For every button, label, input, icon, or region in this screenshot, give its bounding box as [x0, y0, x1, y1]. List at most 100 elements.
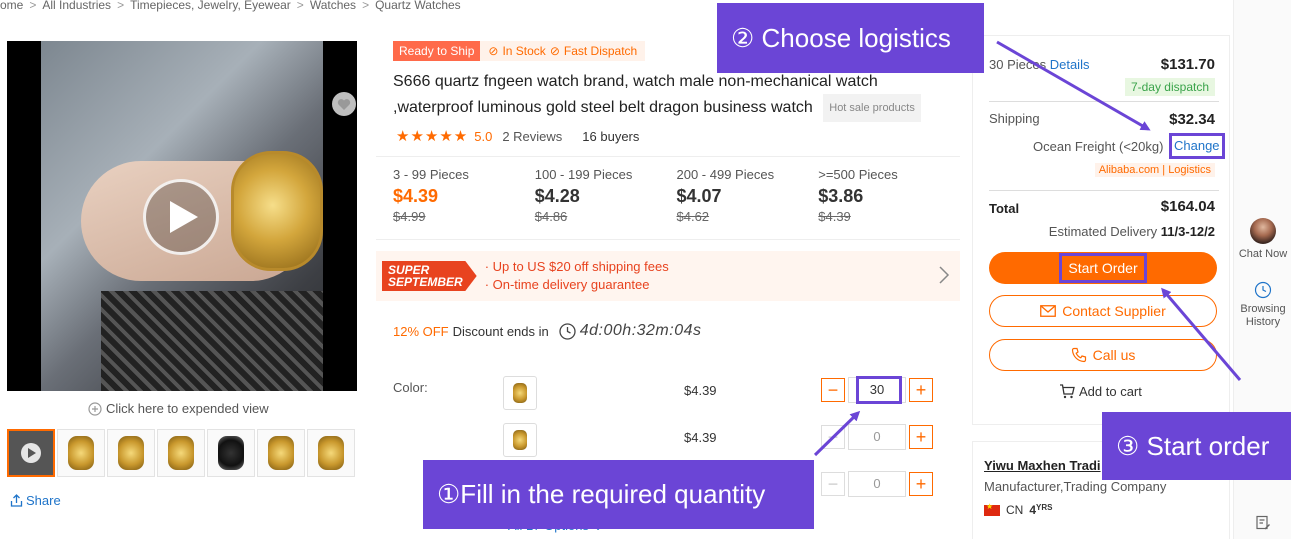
feedback-icon — [1256, 515, 1270, 530]
pieces-count: 30 Pieces — [989, 57, 1047, 72]
annotation-step2: ② Choose logistics — [717, 3, 984, 73]
expand-view-link[interactable]: Click here to expended view — [88, 401, 269, 416]
price-tier: 200 - 499 Pieces $4.07 $4.62 — [677, 157, 819, 239]
years-unit: YRS — [1036, 503, 1053, 512]
breadcrumb: ome > All Industries > Timepieces, Jewelry… — [0, 0, 467, 12]
cart-icon — [1060, 384, 1075, 399]
thumbnail-image[interactable] — [57, 429, 105, 477]
watch-image — [68, 436, 94, 470]
browsing-history-button[interactable]: Browsing History — [1234, 281, 1291, 329]
price-tier: >=500 Pieces $3.86 $4.39 — [818, 157, 960, 239]
annotation-step1: ①Fill in the required quantity — [423, 460, 814, 529]
breadcrumb-item[interactable]: All Industries — [42, 0, 111, 12]
supplier-years: 4YRS — [1029, 503, 1052, 517]
stock-badge: ⊘ In Stock ⊘ Fast Dispatch — [480, 41, 646, 61]
china-flag-icon — [984, 502, 1000, 516]
thumbnail-image[interactable] — [307, 429, 355, 477]
feedback-button[interactable] — [1234, 515, 1291, 535]
hot-sale-tag: Hot sale products — [823, 94, 921, 122]
increase-button[interactable]: + — [909, 472, 933, 496]
buyers-count: 16 buyers — [582, 128, 640, 144]
breadcrumb-item[interactable]: Quartz Watches — [375, 0, 461, 12]
call-us-button[interactable]: Call us — [989, 339, 1217, 371]
order-summary: 30 Pieces Details $131.70 7-day dispatch… — [972, 35, 1230, 425]
expand-view-label: Click here to expended view — [106, 401, 269, 416]
estimated-delivery-dates: 11/3-12/2 — [1160, 224, 1215, 239]
chat-now-button[interactable]: Chat Now — [1234, 218, 1291, 261]
play-icon — [21, 443, 41, 463]
change-logistics-link[interactable]: Change — [1169, 133, 1225, 159]
tier-old-price: $4.86 — [534, 209, 568, 224]
breadcrumb-item[interactable]: Watches — [310, 0, 356, 12]
breadcrumb-item[interactable]: ome — [0, 0, 23, 12]
thumbnail-image[interactable] — [157, 429, 205, 477]
chevron-right-icon: > — [296, 0, 304, 12]
clock-icon — [559, 322, 576, 340]
variant-price: $4.39 — [684, 430, 717, 445]
chevron-right-icon: > — [117, 0, 125, 12]
quantity-stepper: − 0 + — [821, 424, 933, 450]
quantity-input[interactable]: 0 — [848, 471, 906, 497]
tier-price: $4.07 — [676, 186, 722, 206]
watch-image — [218, 436, 244, 470]
decrease-button[interactable]: − — [821, 425, 845, 449]
contact-supplier-button[interactable]: Contact Supplier — [989, 295, 1217, 327]
discount-row: 12% OFF Discount ends in 4d:00h:32m:04s — [393, 322, 702, 340]
supplier-meta: CN 4YRS — [984, 502, 1052, 517]
supplier-name-link[interactable]: Yiwu Maxhen Tradi — [984, 458, 1101, 473]
thumbnail-image[interactable] — [257, 429, 305, 477]
watch-image — [318, 436, 344, 470]
variant-thumbnail[interactable] — [503, 376, 537, 410]
share-link[interactable]: Share — [10, 493, 61, 508]
check-circle-icon: ⊘ — [549, 44, 560, 58]
breadcrumb-item[interactable]: Timepieces, Jewelry, Eyewear — [130, 0, 291, 12]
super-september-logo: SUPER SEPTEMBER — [382, 261, 477, 291]
start-order-button[interactable]: Start Order — [989, 252, 1217, 284]
product-badges: Ready to Ship ⊘ In Stock ⊘ Fast Dispatch — [393, 41, 646, 61]
decrease-button[interactable]: − — [821, 378, 845, 402]
quantity-input[interactable]: 0 — [848, 424, 906, 450]
chevron-right-icon[interactable] — [938, 265, 950, 285]
thumbnail-image[interactable] — [107, 429, 155, 477]
annotation-step3: ③ Start order — [1102, 412, 1291, 480]
variant-row: $4.39 − 0 + — [503, 423, 933, 457]
watch-image — [168, 436, 194, 470]
promo-banner[interactable]: SUPER SEPTEMBER · Up to US $20 off shipp… — [376, 251, 960, 301]
increase-button[interactable]: + — [909, 425, 933, 449]
details-link[interactable]: Details — [1050, 57, 1090, 72]
decrease-button[interactable]: − — [821, 472, 845, 496]
check-circle-icon: ⊘ — [488, 44, 499, 58]
in-stock-label: In Stock — [502, 44, 546, 58]
thumbnail-video[interactable] — [7, 429, 55, 477]
supplier-type: Manufacturer,Trading Company — [984, 479, 1167, 494]
mail-icon — [1040, 305, 1057, 317]
ready-to-ship-badge: Ready to Ship — [393, 41, 481, 61]
tier-price: $4.28 — [534, 186, 580, 206]
zoom-icon — [88, 401, 102, 416]
total-value: $164.04 — [1160, 198, 1215, 215]
rating-value: 5.0 — [474, 128, 493, 144]
reviews-link[interactable]: 2 Reviews — [502, 129, 562, 144]
shipping-label: Shipping — [989, 111, 1040, 126]
watch-image — [513, 430, 527, 450]
thumbnail-image[interactable] — [207, 429, 255, 477]
variant-thumbnail[interactable] — [503, 423, 537, 457]
chevron-right-icon: > — [29, 0, 37, 12]
add-to-cart-button[interactable]: Add to cart — [1059, 384, 1142, 399]
avatar — [1250, 218, 1276, 244]
rating-row: ★★★★★ 5.0 2 Reviews 16 buyers — [396, 127, 639, 145]
increase-button[interactable]: + — [909, 378, 933, 402]
product-video[interactable] — [7, 41, 357, 391]
browsing-history-label: Browsing History — [1240, 303, 1286, 328]
fast-dispatch-label: Fast Dispatch — [563, 44, 638, 58]
chevron-right-icon: > — [362, 0, 370, 12]
chat-now-label: Chat Now — [1238, 248, 1288, 260]
heart-icon[interactable] — [332, 92, 356, 116]
history-icon — [1254, 281, 1272, 299]
tier-old-price: $4.99 — [393, 209, 426, 224]
quantity-highlight-box — [856, 376, 902, 404]
share-label: Share — [26, 493, 61, 508]
play-icon[interactable] — [143, 179, 219, 255]
variant-price: $4.39 — [684, 383, 717, 398]
supplier-country: CN — [1006, 503, 1024, 517]
